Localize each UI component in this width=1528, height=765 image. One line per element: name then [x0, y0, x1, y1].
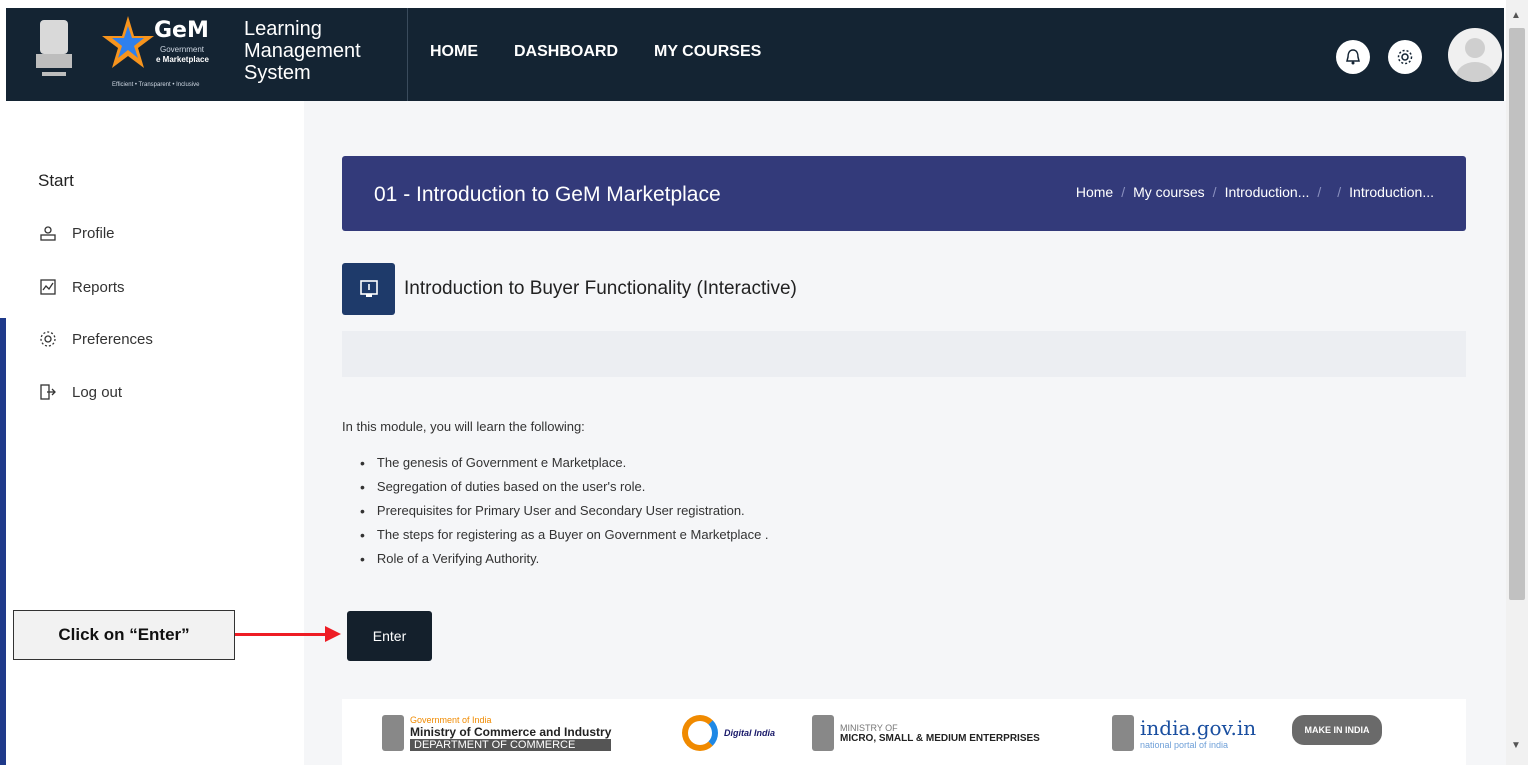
course-title: 01 - Introduction to GeM Marketplace — [374, 183, 721, 206]
make-in-india-logo[interactable]: MAKE IN INDIA — [1292, 715, 1382, 745]
top-header: GeM Government e Marketplace Efficient •… — [6, 8, 1504, 101]
list-item-text: The genesis of Government e Marketplace. — [376, 455, 627, 470]
list-item: Prerequisites for Primary User and Secon… — [360, 499, 769, 523]
callout-arrow-line — [235, 633, 327, 636]
module-info-box — [342, 331, 1466, 377]
msme-main: MICRO, SMALL & MEDIUM ENTERPRISES — [840, 732, 1040, 744]
course-banner: 01 - Introduction to GeM Marketplace Hom… — [342, 156, 1466, 231]
main-nav: HOME DASHBOARD MY COURSES — [430, 43, 761, 61]
gem-sub-line1: Government — [160, 45, 205, 54]
breadcrumb-my-courses[interactable]: My courses — [1133, 184, 1205, 200]
lms-title: Learning Management System — [244, 18, 361, 84]
gem-sub-line2: e Marketplace — [156, 55, 209, 64]
list-item: Segregation of duties based on the user'… — [360, 475, 769, 499]
main-content: 01 - Introduction to GeM Marketplace Hom… — [304, 101, 1506, 765]
breadcrumb-course[interactable]: Introduction... — [1225, 184, 1310, 200]
instruction-callout: Click on “Enter” — [13, 610, 235, 660]
sidebar-item-logout[interactable]: Log out — [38, 382, 122, 402]
vertical-scrollbar[interactable]: ▲ ▼ — [1506, 0, 1528, 765]
commerce-small: Government of India — [410, 715, 492, 725]
breadcrumb-separator: / — [1337, 184, 1342, 200]
sidebar-item-label: Log out — [72, 383, 123, 401]
nav-dashboard[interactable]: DASHBOARD — [514, 43, 618, 61]
list-item-text: Prerequisites for Primary User and Secon… — [376, 503, 745, 518]
national-emblem-icon — [32, 14, 76, 94]
india-gov-sub: national portal of india — [1140, 740, 1229, 750]
enter-button[interactable]: Enter — [347, 611, 432, 661]
breadcrumb-separator: / — [1121, 184, 1126, 200]
india-gov-logo[interactable]: india.gov.in national portal of india — [1112, 715, 1256, 751]
breadcrumb-separator: / — [1317, 184, 1322, 200]
india-gov-text: india.gov.in — [1140, 716, 1257, 740]
bell-icon[interactable] — [1336, 40, 1370, 74]
gem-name: GeM — [154, 18, 209, 43]
profile-icon — [38, 223, 58, 243]
list-item-text: Role of a Verifying Authority. — [376, 551, 540, 566]
commerce-ministry-logo[interactable]: Government of India Ministry of Commerce… — [382, 715, 612, 751]
footer-logos: Government of India Ministry of Commerce… — [342, 699, 1466, 765]
sidebar-item-reports[interactable]: Reports — [38, 277, 125, 297]
gear-icon[interactable] — [1388, 40, 1422, 74]
sidebar-item-label: Profile — [72, 224, 115, 242]
list-item: Role of a Verifying Authority. — [360, 547, 769, 571]
module-intro: In this module, you will learn the follo… — [342, 419, 585, 434]
breadcrumb: Home / My courses / Introduction... / / … — [1076, 184, 1434, 200]
digital-india-logo[interactable]: Digital India — [682, 715, 775, 751]
breadcrumb-separator: / — [1212, 184, 1217, 200]
nav-my-courses[interactable]: MY COURSES — [654, 43, 761, 61]
msme-small: MINISTRY OF — [840, 722, 898, 733]
learning-objectives-list: The genesis of Government e Marketplace.… — [360, 451, 769, 571]
scrollbar-thumb[interactable] — [1509, 28, 1525, 600]
breadcrumb-home[interactable]: Home — [1076, 184, 1113, 200]
digital-india-icon — [682, 715, 718, 751]
msme-ministry-logo[interactable]: MINISTRY OF MICRO, SMALL & MEDIUM ENTERP… — [812, 715, 1040, 751]
gem-tagline: Efficient • Transparent • Inclusive — [112, 82, 200, 88]
list-item-text: The steps for registering as a Buyer on … — [376, 527, 769, 542]
make-in-india-text: MAKE IN INDIA — [1292, 715, 1382, 745]
module-title: Introduction to Buyer Functionality (Int… — [404, 278, 797, 299]
list-item: The steps for registering as a Buyer on … — [360, 523, 769, 547]
sidebar-item-preferences[interactable]: Preferences — [38, 329, 153, 349]
commerce-dept: DEPARTMENT OF COMMERCE — [410, 739, 612, 751]
nav-home[interactable]: HOME — [430, 43, 478, 61]
sidebar-item-label: Preferences — [72, 330, 153, 348]
sidebar-item-label: Reports — [72, 278, 125, 296]
gem-logo[interactable]: GeM Government e Marketplace Efficient •… — [98, 12, 234, 98]
callout-arrow-head-icon — [325, 626, 341, 642]
emblem-icon — [1112, 715, 1134, 751]
header-divider — [407, 8, 408, 101]
digital-india-text: Digital India — [724, 728, 776, 738]
sidebar-item-profile[interactable]: Profile — [38, 223, 115, 243]
logout-icon — [38, 382, 58, 402]
preferences-icon — [38, 329, 58, 349]
breadcrumb-module[interactable]: Introduction... — [1349, 184, 1434, 200]
emblem-icon — [382, 715, 404, 751]
user-avatar[interactable] — [1448, 28, 1502, 82]
scroll-down-arrow-icon[interactable]: ▼ — [1511, 740, 1521, 751]
reports-icon — [38, 277, 58, 297]
sidebar: Start Profile Reports Preferences Log ou… — [6, 101, 304, 765]
sidebar-start-label: Start — [38, 171, 74, 190]
commerce-main: Ministry of Commerce and Industry — [410, 725, 612, 739]
scroll-up-arrow-icon[interactable]: ▲ — [1511, 10, 1521, 21]
interactive-module-icon — [342, 263, 395, 315]
list-item: The genesis of Government e Marketplace. — [360, 451, 769, 475]
list-item-text: Segregation of duties based on the user'… — [376, 479, 646, 494]
emblem-icon — [812, 715, 834, 751]
